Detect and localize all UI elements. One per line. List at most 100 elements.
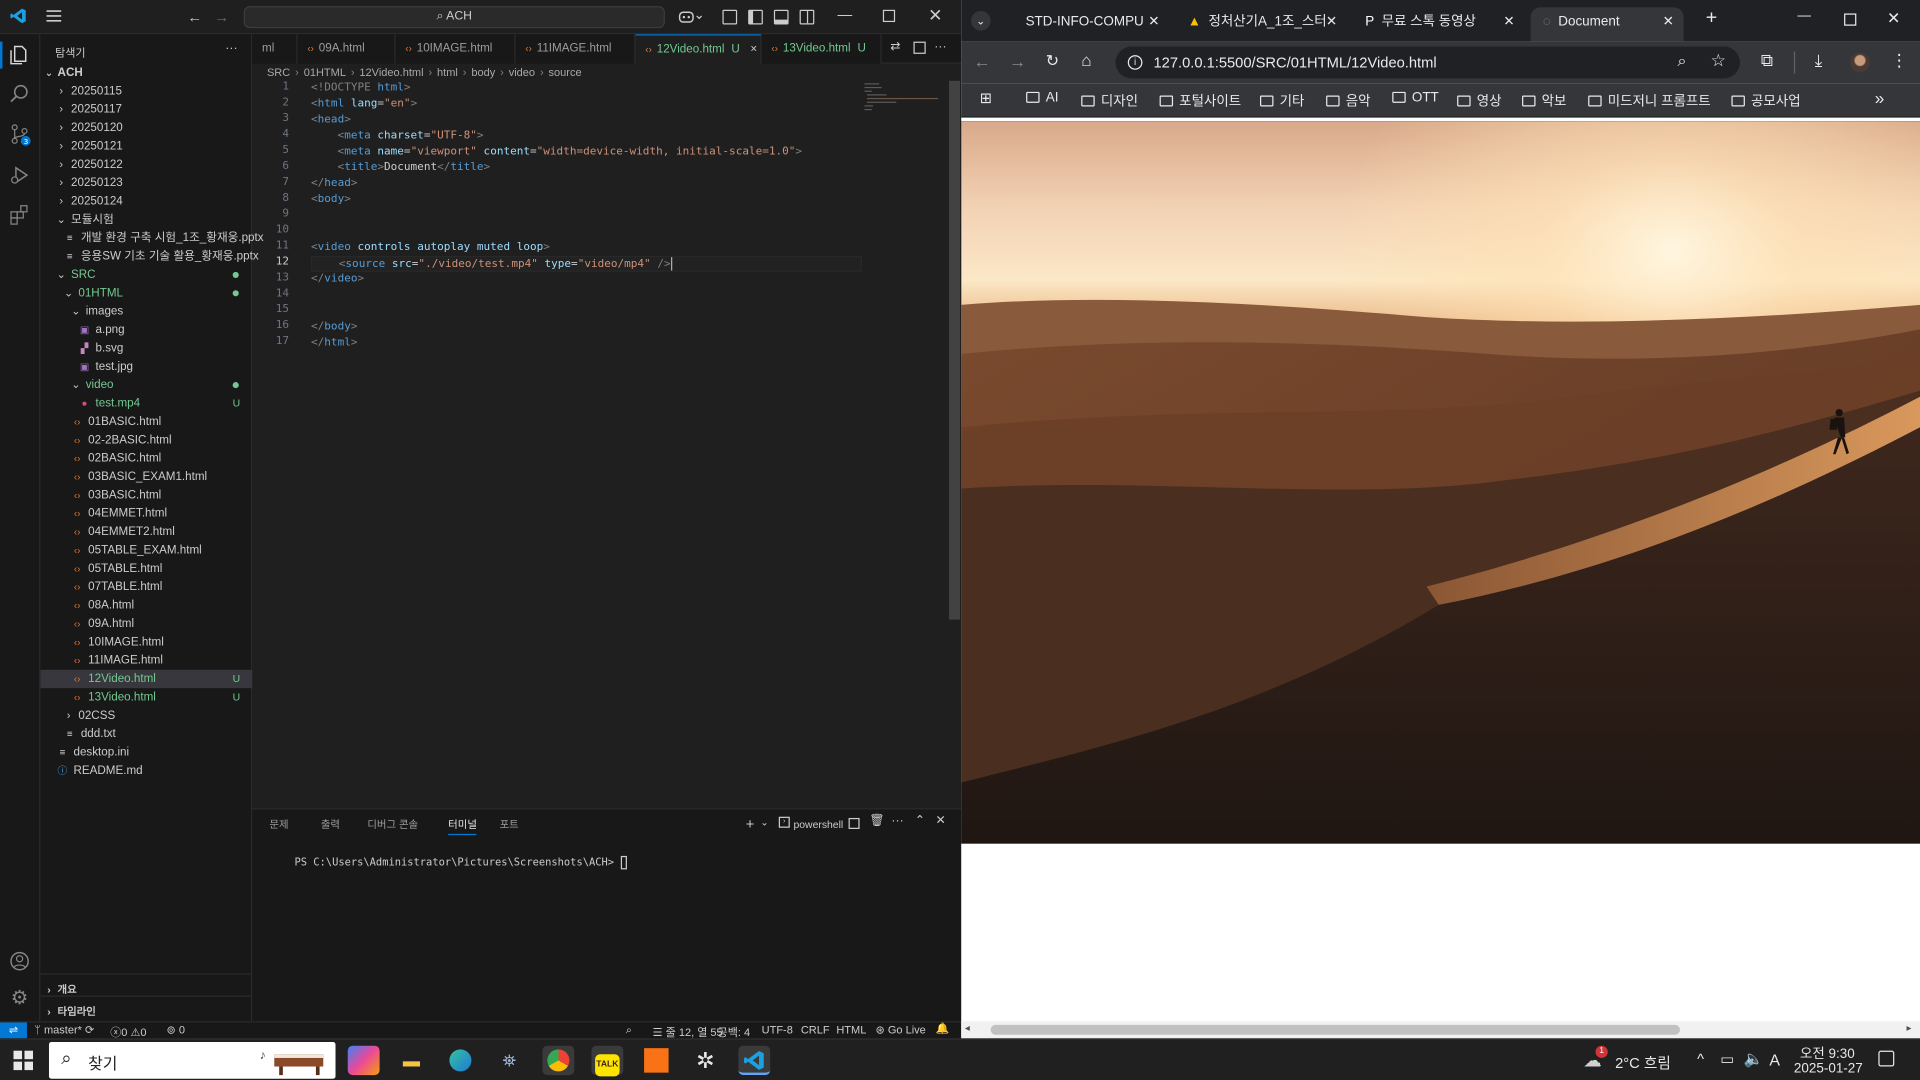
source-control-icon[interactable]: 3 bbox=[9, 122, 33, 146]
tree-file[interactable]: ‹› 09A.html bbox=[40, 615, 252, 633]
extensions-icon[interactable] bbox=[9, 203, 31, 225]
tree-folder[interactable]: › 20250122 bbox=[40, 156, 252, 174]
extensions-puzzle-icon[interactable]: ⧉ bbox=[1761, 51, 1773, 68]
browser-tab[interactable]: P 무료 스톡 동영상 ✕ bbox=[1353, 7, 1524, 41]
close-window-icon[interactable]: ✕ bbox=[1887, 10, 1900, 26]
tree-file[interactable]: ≡ 개발 환경 구축 시험_1조_황재웅.pptx bbox=[40, 229, 264, 247]
editor-scrollbar[interactable] bbox=[948, 80, 961, 620]
editor-tab[interactable]: ‹› 09A.html bbox=[297, 34, 396, 64]
editor-tab[interactable]: ‹› 10IMAGE.html bbox=[395, 34, 516, 64]
minimize-icon[interactable]: — bbox=[838, 7, 853, 22]
problems-indicator[interactable]: ⓧ0 ⚠0 bbox=[110, 1024, 146, 1040]
code-line[interactable] bbox=[311, 224, 862, 240]
browser-tab-active[interactable]: ◌ Document ✕ bbox=[1530, 7, 1684, 42]
copilot-icon[interactable] bbox=[678, 9, 703, 26]
split-editor-icon[interactable] bbox=[913, 41, 926, 54]
code-line[interactable]: <meta name="viewport" content="width=dev… bbox=[311, 144, 862, 160]
tree-folder[interactable]: › 20250117 bbox=[40, 100, 252, 118]
breadcrumb-item[interactable]: SRC bbox=[267, 66, 290, 78]
editor-tab[interactable]: ‹› 13Video.html U bbox=[761, 34, 882, 64]
vscode-taskbar-icon[interactable] bbox=[738, 1045, 771, 1076]
tree-file[interactable]: ‹› 03BASIC_EXAM1.html bbox=[40, 468, 252, 486]
notification-center-icon[interactable] bbox=[1878, 1050, 1895, 1067]
explorer-icon[interactable] bbox=[9, 44, 31, 66]
language-mode[interactable]: HTML bbox=[836, 1024, 866, 1036]
code-line[interactable] bbox=[311, 304, 862, 320]
close-tab-icon[interactable]: × bbox=[750, 43, 757, 56]
tree-folder[interactable]: › 20250121 bbox=[40, 137, 252, 155]
maximize-icon[interactable] bbox=[882, 9, 896, 23]
tree-file[interactable]: ≡ ddd.txt bbox=[40, 725, 252, 743]
forward-arrow-icon[interactable]: → bbox=[1009, 53, 1026, 70]
toggle-panel-icon[interactable] bbox=[773, 9, 789, 25]
forward-arrow-icon[interactable]: → bbox=[214, 10, 229, 25]
editor-tab-active[interactable]: ‹› 12Video.html U × bbox=[635, 34, 762, 64]
tree-file[interactable]: ‹› 03BASIC.html bbox=[40, 486, 252, 504]
customize-layout-icon[interactable] bbox=[722, 9, 738, 25]
bookmark-folder[interactable]: 기타 bbox=[1260, 91, 1304, 111]
tree-file[interactable]: ‹› 04EMMET2.html bbox=[40, 523, 252, 541]
profile-avatar[interactable] bbox=[1850, 52, 1870, 73]
tree-file[interactable]: ‹› 02-2BASIC.html bbox=[40, 431, 252, 449]
tree-folder[interactable]: ⌄ images bbox=[40, 302, 252, 320]
tree-file[interactable]: ‹› 04EMMET.html bbox=[40, 504, 252, 522]
code-line[interactable]: <!DOCTYPE html> bbox=[311, 81, 862, 97]
settings-gear-icon[interactable]: ⚙ bbox=[9, 989, 31, 1011]
bookmark-folder[interactable]: 악보 bbox=[1522, 91, 1566, 111]
tree-folder[interactable]: › 20250123 bbox=[40, 174, 252, 192]
panel-tab[interactable]: 포트 bbox=[500, 817, 519, 832]
tree-folder[interactable]: › 20250120 bbox=[40, 119, 252, 137]
tree-file[interactable]: ≡ 응용SW 기초 기술 활용_황재웅.pptx bbox=[40, 247, 259, 265]
code-editor[interactable]: 1 <!DOCTYPE html> 2 <html lang="en"> 3 <head>… bbox=[252, 81, 863, 808]
git-branch[interactable]: ᛘ master* ⟳ bbox=[34, 1024, 94, 1037]
bookmark-folder[interactable]: 미드저니 프롬프트 bbox=[1588, 91, 1711, 111]
kakaotalk-icon[interactable]: TALK bbox=[591, 1045, 624, 1077]
close-tab-icon[interactable]: ✕ bbox=[1503, 7, 1514, 36]
video-player[interactable] bbox=[961, 121, 1920, 844]
file-explorer-icon[interactable]: ▬ bbox=[396, 1046, 428, 1075]
code-line[interactable]: <title>Document</title> bbox=[311, 160, 862, 176]
tree-file[interactable]: ‹› 01BASIC.html bbox=[40, 413, 252, 431]
code-line[interactable]: <meta charset="UTF-8"> bbox=[311, 129, 862, 145]
back-arrow-icon[interactable]: ← bbox=[187, 10, 202, 25]
search-icon[interactable] bbox=[9, 83, 31, 105]
code-line[interactable]: <body> bbox=[311, 192, 862, 208]
bookmark-folder[interactable]: AI bbox=[1026, 91, 1058, 105]
toggle-sidebar-icon[interactable] bbox=[748, 9, 763, 25]
tree-folder[interactable]: ⌄ 01HTML bbox=[40, 284, 252, 302]
taskbar-search[interactable]: ⌕ 찾기 ♪ bbox=[48, 1042, 336, 1079]
close-window-icon[interactable]: ✕ bbox=[928, 6, 942, 23]
breadcrumb-item[interactable]: 01HTML bbox=[304, 66, 346, 78]
code-line[interactable]: </html> bbox=[311, 336, 862, 352]
tree-file[interactable]: ‹› 11IMAGE.html bbox=[40, 651, 252, 669]
breadcrumb-item[interactable]: html bbox=[437, 66, 458, 78]
maximize-panel-icon[interactable]: ⌃ bbox=[915, 815, 925, 828]
chevron-up-icon[interactable]: ^ bbox=[1697, 1051, 1704, 1068]
bookmark-folder[interactable]: 디자인 bbox=[1081, 91, 1138, 111]
indent-setting[interactable]: 공백: 4 bbox=[718, 1024, 751, 1040]
tree-file[interactable]: ‹› 13Video.html U bbox=[40, 688, 252, 706]
clock-date[interactable]: 2025-01-27 bbox=[1794, 1062, 1863, 1077]
terminal-output[interactable]: PS C:\Users\Administrator\Pictures\Scree… bbox=[269, 844, 627, 882]
more-bookmarks-button[interactable]: » bbox=[1875, 88, 1885, 108]
outline-section[interactable]: › 개요 bbox=[40, 973, 253, 996]
reload-icon[interactable]: ↻ bbox=[1046, 53, 1059, 69]
bookmark-folder[interactable]: 음악 bbox=[1326, 91, 1371, 111]
command-center-search[interactable]: ⌕ ACH bbox=[243, 6, 665, 29]
ports-indicator[interactable]: ⊚ 0 bbox=[167, 1024, 185, 1037]
tree-folder[interactable]: › 02CSS bbox=[40, 707, 252, 725]
bookmark-folder[interactable]: OTT bbox=[1392, 91, 1439, 105]
bookmark-folder[interactable]: 영상 bbox=[1457, 91, 1502, 111]
breadcrumb-item[interactable]: 12Video.html bbox=[359, 66, 423, 78]
horizontal-scrollbar[interactable]: ◂ ▸ bbox=[961, 1021, 1920, 1039]
code-line[interactable]: <video controls autoplay muted loop> bbox=[311, 240, 862, 256]
tab-search-icon[interactable]: ⌄ bbox=[971, 11, 991, 31]
chatgpt-icon[interactable]: ✲ bbox=[689, 1046, 721, 1075]
copilot-app-icon[interactable] bbox=[347, 1045, 380, 1076]
tree-file[interactable]: ‹› 12Video.html U bbox=[40, 669, 253, 689]
tree-file[interactable]: ▣ a.png bbox=[40, 321, 252, 339]
toggle-secondary-sidebar-icon[interactable] bbox=[799, 9, 815, 25]
start-windows-icon[interactable] bbox=[13, 1050, 34, 1071]
close-tab-icon[interactable]: ✕ bbox=[1326, 7, 1337, 36]
tree-folder[interactable]: ⌄ 모듈시험 bbox=[40, 211, 252, 229]
